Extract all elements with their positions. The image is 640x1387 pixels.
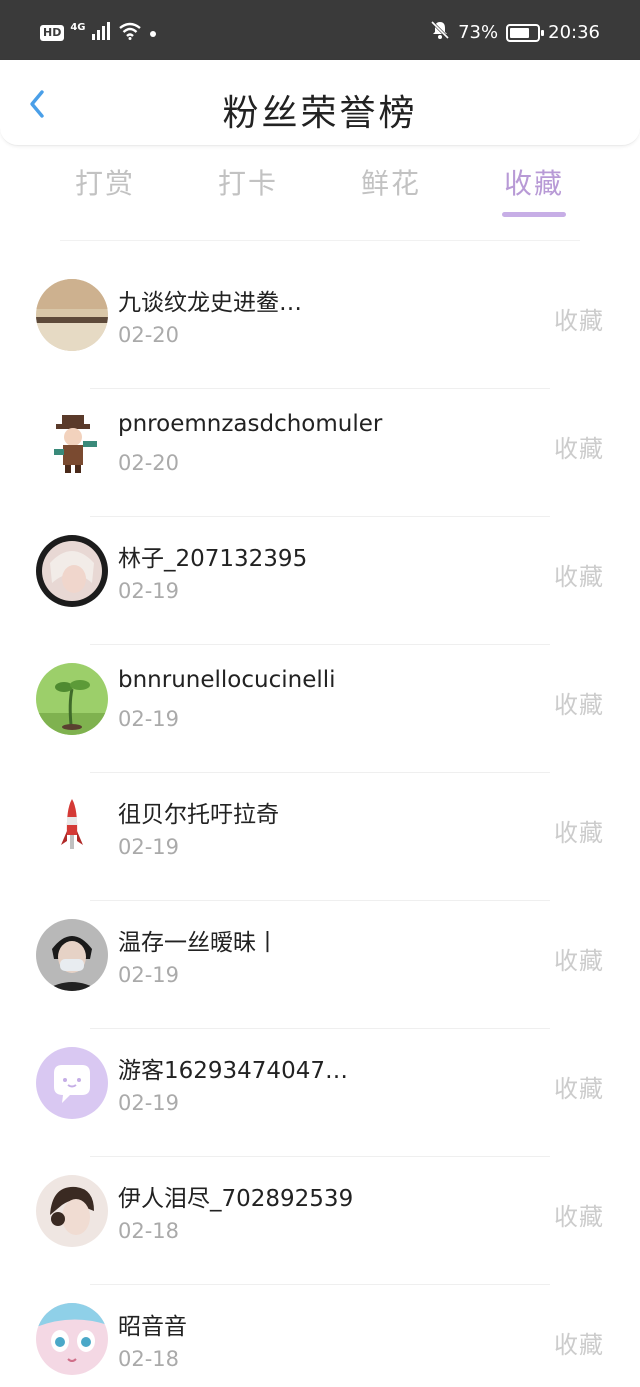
fan-name: 徂贝尔托吁拉奇 bbox=[118, 802, 279, 828]
active-tab-indicator bbox=[502, 212, 566, 217]
tab-tip[interactable]: 打赏 bbox=[55, 162, 155, 202]
header: 粉丝荣誉榜 bbox=[0, 60, 640, 146]
collect-action[interactable]: 收藏 bbox=[554, 429, 604, 464]
avatar bbox=[36, 1175, 108, 1247]
fan-date: 02-18 bbox=[118, 1219, 180, 1243]
list-item[interactable]: 昭音音 02-18 收藏 bbox=[0, 1285, 640, 1387]
tab-favorites[interactable]: 收藏 bbox=[484, 162, 584, 217]
tab-favorites-label: 收藏 bbox=[503, 167, 564, 200]
mute-bell-icon bbox=[430, 20, 450, 45]
list-item[interactable]: 徂贝尔托吁拉奇 02-19 收藏 bbox=[0, 773, 640, 901]
avatar bbox=[36, 791, 108, 863]
list-item[interactable]: 游客16293474047… 02-19 收藏 bbox=[0, 1029, 640, 1157]
collect-action[interactable]: 收藏 bbox=[554, 1325, 604, 1360]
fan-name: pnroemnzasdchomuler bbox=[118, 411, 383, 437]
list-item[interactable]: bnnrunellocucinelli 02-19 收藏 bbox=[0, 645, 640, 773]
list-item[interactable]: 温存一丝暧昧丨 02-19 收藏 bbox=[0, 901, 640, 1029]
collect-action[interactable]: 收藏 bbox=[554, 1197, 604, 1232]
avatar bbox=[36, 919, 108, 991]
fan-date: 02-19 bbox=[118, 579, 180, 603]
signal-icon bbox=[91, 22, 112, 44]
fan-name: 游客16293474047… bbox=[118, 1058, 348, 1084]
status-right: 73% 20:36 bbox=[430, 20, 600, 45]
collect-action[interactable]: 收藏 bbox=[554, 301, 604, 336]
collect-action[interactable]: 收藏 bbox=[554, 1069, 604, 1104]
fan-name: 温存一丝暧昧丨 bbox=[118, 930, 279, 956]
tab-checkin[interactable]: 打卡 bbox=[198, 162, 298, 202]
status-left: HD 4G bbox=[40, 22, 158, 44]
list-item[interactable]: 九谈纹龙史进鲞… 02-20 收藏 bbox=[0, 261, 640, 389]
notification-dot-icon bbox=[148, 24, 158, 43]
hd-badge: HD bbox=[40, 25, 65, 41]
clock: 20:36 bbox=[548, 22, 600, 43]
fan-name: 林子_207132395 bbox=[118, 546, 308, 572]
avatar bbox=[36, 1303, 108, 1375]
fan-date: 02-20 bbox=[118, 323, 180, 347]
battery-icon bbox=[506, 23, 545, 42]
divider bbox=[60, 240, 580, 241]
list-item[interactable]: pnroemnzasdchomuler 02-20 收藏 bbox=[0, 389, 640, 517]
tab-flowers[interactable]: 鲜花 bbox=[341, 162, 441, 202]
fan-name: bnnrunellocucinelli bbox=[118, 667, 336, 693]
wifi-icon bbox=[118, 22, 142, 44]
list-item[interactable]: 林子_207132395 02-19 收藏 bbox=[0, 517, 640, 645]
fan-list: 九谈纹龙史进鲞… 02-20 收藏 pnroemnzasdchomuler 02… bbox=[0, 240, 640, 1387]
avatar bbox=[36, 535, 108, 607]
fan-date: 02-18 bbox=[118, 1347, 180, 1371]
fan-name: 伊人泪尽_702892539 bbox=[118, 1186, 354, 1212]
collect-action[interactable]: 收藏 bbox=[554, 685, 604, 720]
network-type: 4G bbox=[70, 21, 86, 33]
fan-date: 02-20 bbox=[118, 451, 180, 475]
fan-name: 九谈纹龙史进鲞… bbox=[118, 290, 302, 316]
avatar bbox=[36, 663, 108, 735]
status-bar: HD 4G 73% 20:36 bbox=[0, 0, 640, 60]
collect-action[interactable]: 收藏 bbox=[554, 557, 604, 592]
fan-date: 02-19 bbox=[118, 963, 180, 987]
fan-date: 02-19 bbox=[118, 1091, 180, 1115]
battery-percent: 73% bbox=[458, 22, 499, 43]
avatar bbox=[36, 1047, 108, 1119]
avatar bbox=[36, 407, 108, 479]
fan-date: 02-19 bbox=[118, 707, 180, 731]
battery-level-fill bbox=[510, 27, 530, 38]
list-item[interactable]: 伊人泪尽_702892539 02-18 收藏 bbox=[0, 1157, 640, 1285]
collect-action[interactable]: 收藏 bbox=[554, 941, 604, 976]
page-title: 粉丝荣誉榜 bbox=[222, 93, 418, 134]
fan-name: 昭音音 bbox=[118, 1314, 187, 1340]
collect-action[interactable]: 收藏 bbox=[554, 813, 604, 848]
fan-date: 02-19 bbox=[118, 835, 180, 859]
tab-bar: 打赏 打卡 鲜花 收藏 bbox=[0, 150, 640, 228]
avatar bbox=[36, 279, 108, 351]
